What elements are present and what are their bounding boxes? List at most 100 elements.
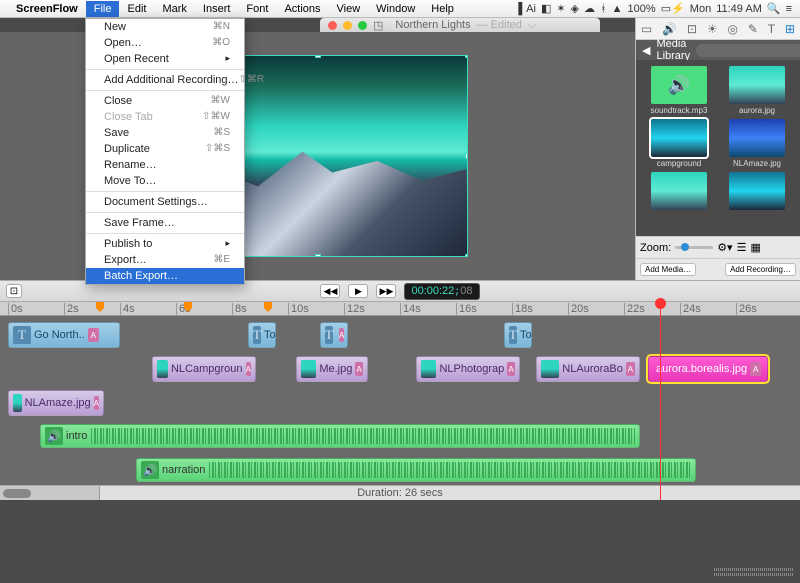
playhead[interactable] [660,302,661,500]
media-item[interactable]: NLAmaze.jpg [720,119,794,168]
timeline[interactable]: TGo North..A TToA TA TToA NLCampgrounA Me.jpg… [0,316,800,485]
add-recording-button[interactable]: Add Recording… [725,263,796,276]
menu-item-rename-[interactable]: Rename… [86,157,244,173]
view-list-icon[interactable]: ☰ [737,241,747,254]
clip-title[interactable]: TToA [504,322,532,348]
menu-window[interactable]: Window [368,1,423,17]
wifi-icon[interactable]: ▲ [612,3,623,15]
resize-handle[interactable] [465,254,468,257]
zoom-slider[interactable] [675,246,713,249]
menu-item-document-settings-[interactable]: Document Settings… [86,194,244,210]
adobe-icon[interactable]: ▌Ai [518,3,536,15]
menu-view[interactable]: View [329,1,369,17]
menu-help[interactable]: Help [423,1,462,17]
crop-button[interactable]: ⊡ [6,284,22,298]
media-search-input[interactable] [696,44,800,57]
timeline-ruler[interactable]: 0s2s4s6s8s10s12s14s16s18s20s22s24s26s [0,302,800,316]
menu-item-move-to-[interactable]: Move To… [86,173,244,189]
clip-img[interactable]: NLAmaze.jpgA [8,390,104,416]
forward-button[interactable]: ▶▶ [376,284,396,298]
menu-item-duplicate[interactable]: Duplicate⇧⌘S [86,141,244,157]
tag-icon[interactable]: ◧ [541,2,551,15]
clip-sel[interactable]: aurora.borealis.jpgA [648,356,768,382]
clip-title[interactable]: TToA [248,322,276,348]
menu-insert[interactable]: Insert [195,1,239,17]
menu-actions[interactable]: Actions [276,1,328,17]
spotlight-icon[interactable]: 🔍 [767,2,781,15]
timeline-track[interactable]: NLAmaze.jpgA [0,388,800,418]
menu-item-open-recent[interactable]: Open Recent [86,51,244,67]
title-dropdown-icon[interactable]: ⌵ [528,19,536,32]
menu-mark[interactable]: Mark [154,1,194,17]
media-item[interactable]: 🔊soundtrack.mp3 [642,66,716,115]
timeline-track[interactable]: 🔊intro [0,422,800,452]
play-button[interactable]: ▶ [348,284,368,298]
window-close-icon[interactable] [328,21,337,30]
touch-tab-icon[interactable]: ◎ [727,22,737,36]
scrubber[interactable] [714,561,794,583]
inspector-tabs: ▭ 🔊 ⊡ ☀ ◎ ✎ T ⊞ [636,18,800,40]
timeline-track[interactable]: TGo North..A TToA TA TToA [0,320,800,350]
menu-font[interactable]: Font [238,1,276,17]
view-grid-icon[interactable]: ▦ [750,241,760,254]
resize-handle[interactable] [465,55,468,58]
clip-img[interactable]: Me.jpgA [296,356,368,382]
menu-item-add-additional-recording-[interactable]: Add Additional Recording…⇧⌘R [86,72,244,88]
dropbox-icon[interactable]: ◈ [571,2,579,15]
menu-item-close[interactable]: Close⌘W [86,93,244,109]
clip-img[interactable]: NLPhotograpA [416,356,520,382]
menu-edit[interactable]: Edit [119,1,154,17]
clip-title[interactable]: TA [320,322,348,348]
screen-tab-icon[interactable]: ⊡ [687,22,697,36]
rewind-button[interactable]: ◀◀ [320,284,340,298]
timeline-track[interactable]: 🔊narration [0,456,800,485]
menu-item-close-tab[interactable]: Close Tab⇧⌘W [86,109,244,125]
text-tab-icon[interactable]: T [768,22,775,36]
chapter-marker[interactable] [264,302,272,312]
media-tab-icon[interactable]: ⊞ [785,22,795,36]
menu-item-open-[interactable]: Open…⌘O [86,35,244,51]
menu-item-batch-export-[interactable]: Batch Export… [86,268,244,284]
window-minimize-icon[interactable] [343,21,352,30]
document-title: Northern Lights [395,19,470,31]
lib-back-icon[interactable]: ◀ [642,44,650,57]
gear-icon[interactable]: ⚙▾ [717,241,732,254]
clip-img[interactable]: NLCampgrounA [152,356,256,382]
bluetooth-icon[interactable]: ᚼ [600,3,607,15]
resize-handle[interactable] [465,153,468,159]
audio-tab-icon[interactable]: 🔊 [662,22,677,36]
timecode-display: 00:00:22;08 [404,283,479,300]
media-item[interactable]: campground [642,119,716,168]
media-item[interactable]: aurora.jpg [720,66,794,115]
annotate-tab-icon[interactable]: ✎ [748,22,758,36]
menu-item-export-[interactable]: Export…⌘E [86,252,244,268]
media-footer: Zoom: ⚙▾ ☰ ▦ [636,236,800,258]
horizontal-scrollbar[interactable] [0,486,100,500]
resize-handle[interactable] [315,254,321,257]
menu-item-save-frame-[interactable]: Save Frame… [86,215,244,231]
media-item[interactable] [720,172,794,212]
window-zoom-icon[interactable] [358,21,367,30]
title-icon: T [13,326,31,344]
menu-item-new[interactable]: New⌘N [86,19,244,35]
chapter-marker[interactable] [96,302,104,312]
clip-img[interactable]: NLAuroraBoA [536,356,640,382]
cloud-icon[interactable]: ☁ [584,2,595,15]
menu-item-publish-to[interactable]: Publish to [86,236,244,252]
status-bar: Duration: 26 secs [0,485,800,500]
add-media-button[interactable]: Add Media… [640,263,696,276]
evernote-icon[interactable]: ✶ [556,2,565,15]
callout-tab-icon[interactable]: ☀ [707,22,718,36]
resize-handle[interactable] [315,55,321,58]
clip-audio[interactable]: 🔊intro [40,424,640,448]
clip-audio[interactable]: 🔊narration [136,458,696,482]
menu-file[interactable]: File [86,1,120,17]
timeline-track[interactable]: NLCampgrounA Me.jpgA NLPhotograpA NLAuroraB… [0,354,800,384]
notification-icon[interactable]: ≡ [786,3,792,15]
app-name[interactable]: ScreenFlow [16,3,78,15]
media-item[interactable] [642,172,716,212]
video-tab-icon[interactable]: ▭ [641,22,652,36]
clip-title[interactable]: TGo North..A [8,322,120,348]
menu-item-save[interactable]: Save⌘S [86,125,244,141]
speaker-icon: 🔊 [141,461,159,479]
